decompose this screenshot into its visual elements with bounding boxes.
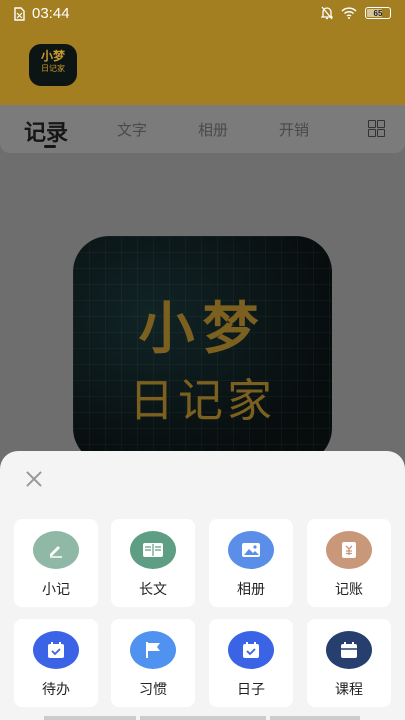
tab-expense[interactable]: 开销 (279, 119, 309, 140)
create-item-habit[interactable]: 习惯 (111, 619, 195, 707)
create-item-course[interactable]: 课程 (307, 619, 391, 707)
create-item-label: 长文 (139, 582, 167, 598)
app-logo[interactable]: 小梦 日记家 (29, 44, 77, 86)
tab-bar: 记录 文字 相册 开销 (0, 105, 405, 153)
logo-line2: 日记家 (41, 64, 65, 73)
create-item-label: 习惯 (139, 682, 167, 698)
create-item-label: 相册 (237, 582, 265, 598)
create-item-label: 日子 (237, 682, 265, 698)
sim-icon (14, 7, 25, 21)
logo-line1: 小梦 (40, 49, 65, 63)
yen-icon (326, 531, 372, 569)
grid-menu-icon[interactable] (368, 120, 386, 138)
create-item-label: 待办 (42, 682, 70, 698)
create-item-label: 小记 (42, 582, 70, 598)
wifi-icon (341, 7, 357, 19)
flag-icon (130, 631, 176, 669)
create-item-days[interactable]: 日子 (209, 619, 293, 707)
create-item-label: 记账 (335, 582, 363, 598)
center-logo: 小梦 日记家 (73, 236, 332, 464)
image-icon (228, 531, 274, 569)
bell-off-icon (321, 6, 333, 20)
create-item-bookkeeping[interactable]: 记账 (307, 519, 391, 607)
calendar-check-icon (228, 631, 274, 669)
close-icon[interactable] (24, 469, 44, 489)
scroll-hint (270, 716, 360, 720)
center-logo-line2: 日记家 (128, 374, 276, 427)
book-icon (130, 531, 176, 569)
tab-record[interactable]: 记录 (24, 115, 68, 147)
calendar-icon (326, 631, 372, 669)
create-item-note[interactable]: 小记 (14, 519, 98, 607)
create-item-long-text[interactable]: 长文 (111, 519, 195, 607)
create-sheet: 小记 长文 相册 记账 待办 习惯 日子 课程 (0, 451, 405, 720)
battery-icon: 65 (365, 7, 391, 19)
status-bar: 03:44 65 (0, 0, 405, 28)
create-item-label: 课程 (335, 682, 363, 698)
tab-album[interactable]: 相册 (198, 119, 228, 140)
create-item-todo[interactable]: 待办 (14, 619, 98, 707)
calendar-check-icon (33, 631, 79, 669)
tab-text[interactable]: 文字 (117, 119, 147, 140)
create-item-album[interactable]: 相册 (209, 519, 293, 607)
scroll-hint (140, 716, 266, 720)
status-time: 03:44 (32, 5, 70, 22)
battery-level: 65 (373, 9, 383, 18)
center-logo-line1: 小梦 (138, 297, 267, 362)
active-tab-indicator (44, 145, 56, 148)
pencil-icon (33, 531, 79, 569)
scroll-hint (44, 716, 136, 720)
